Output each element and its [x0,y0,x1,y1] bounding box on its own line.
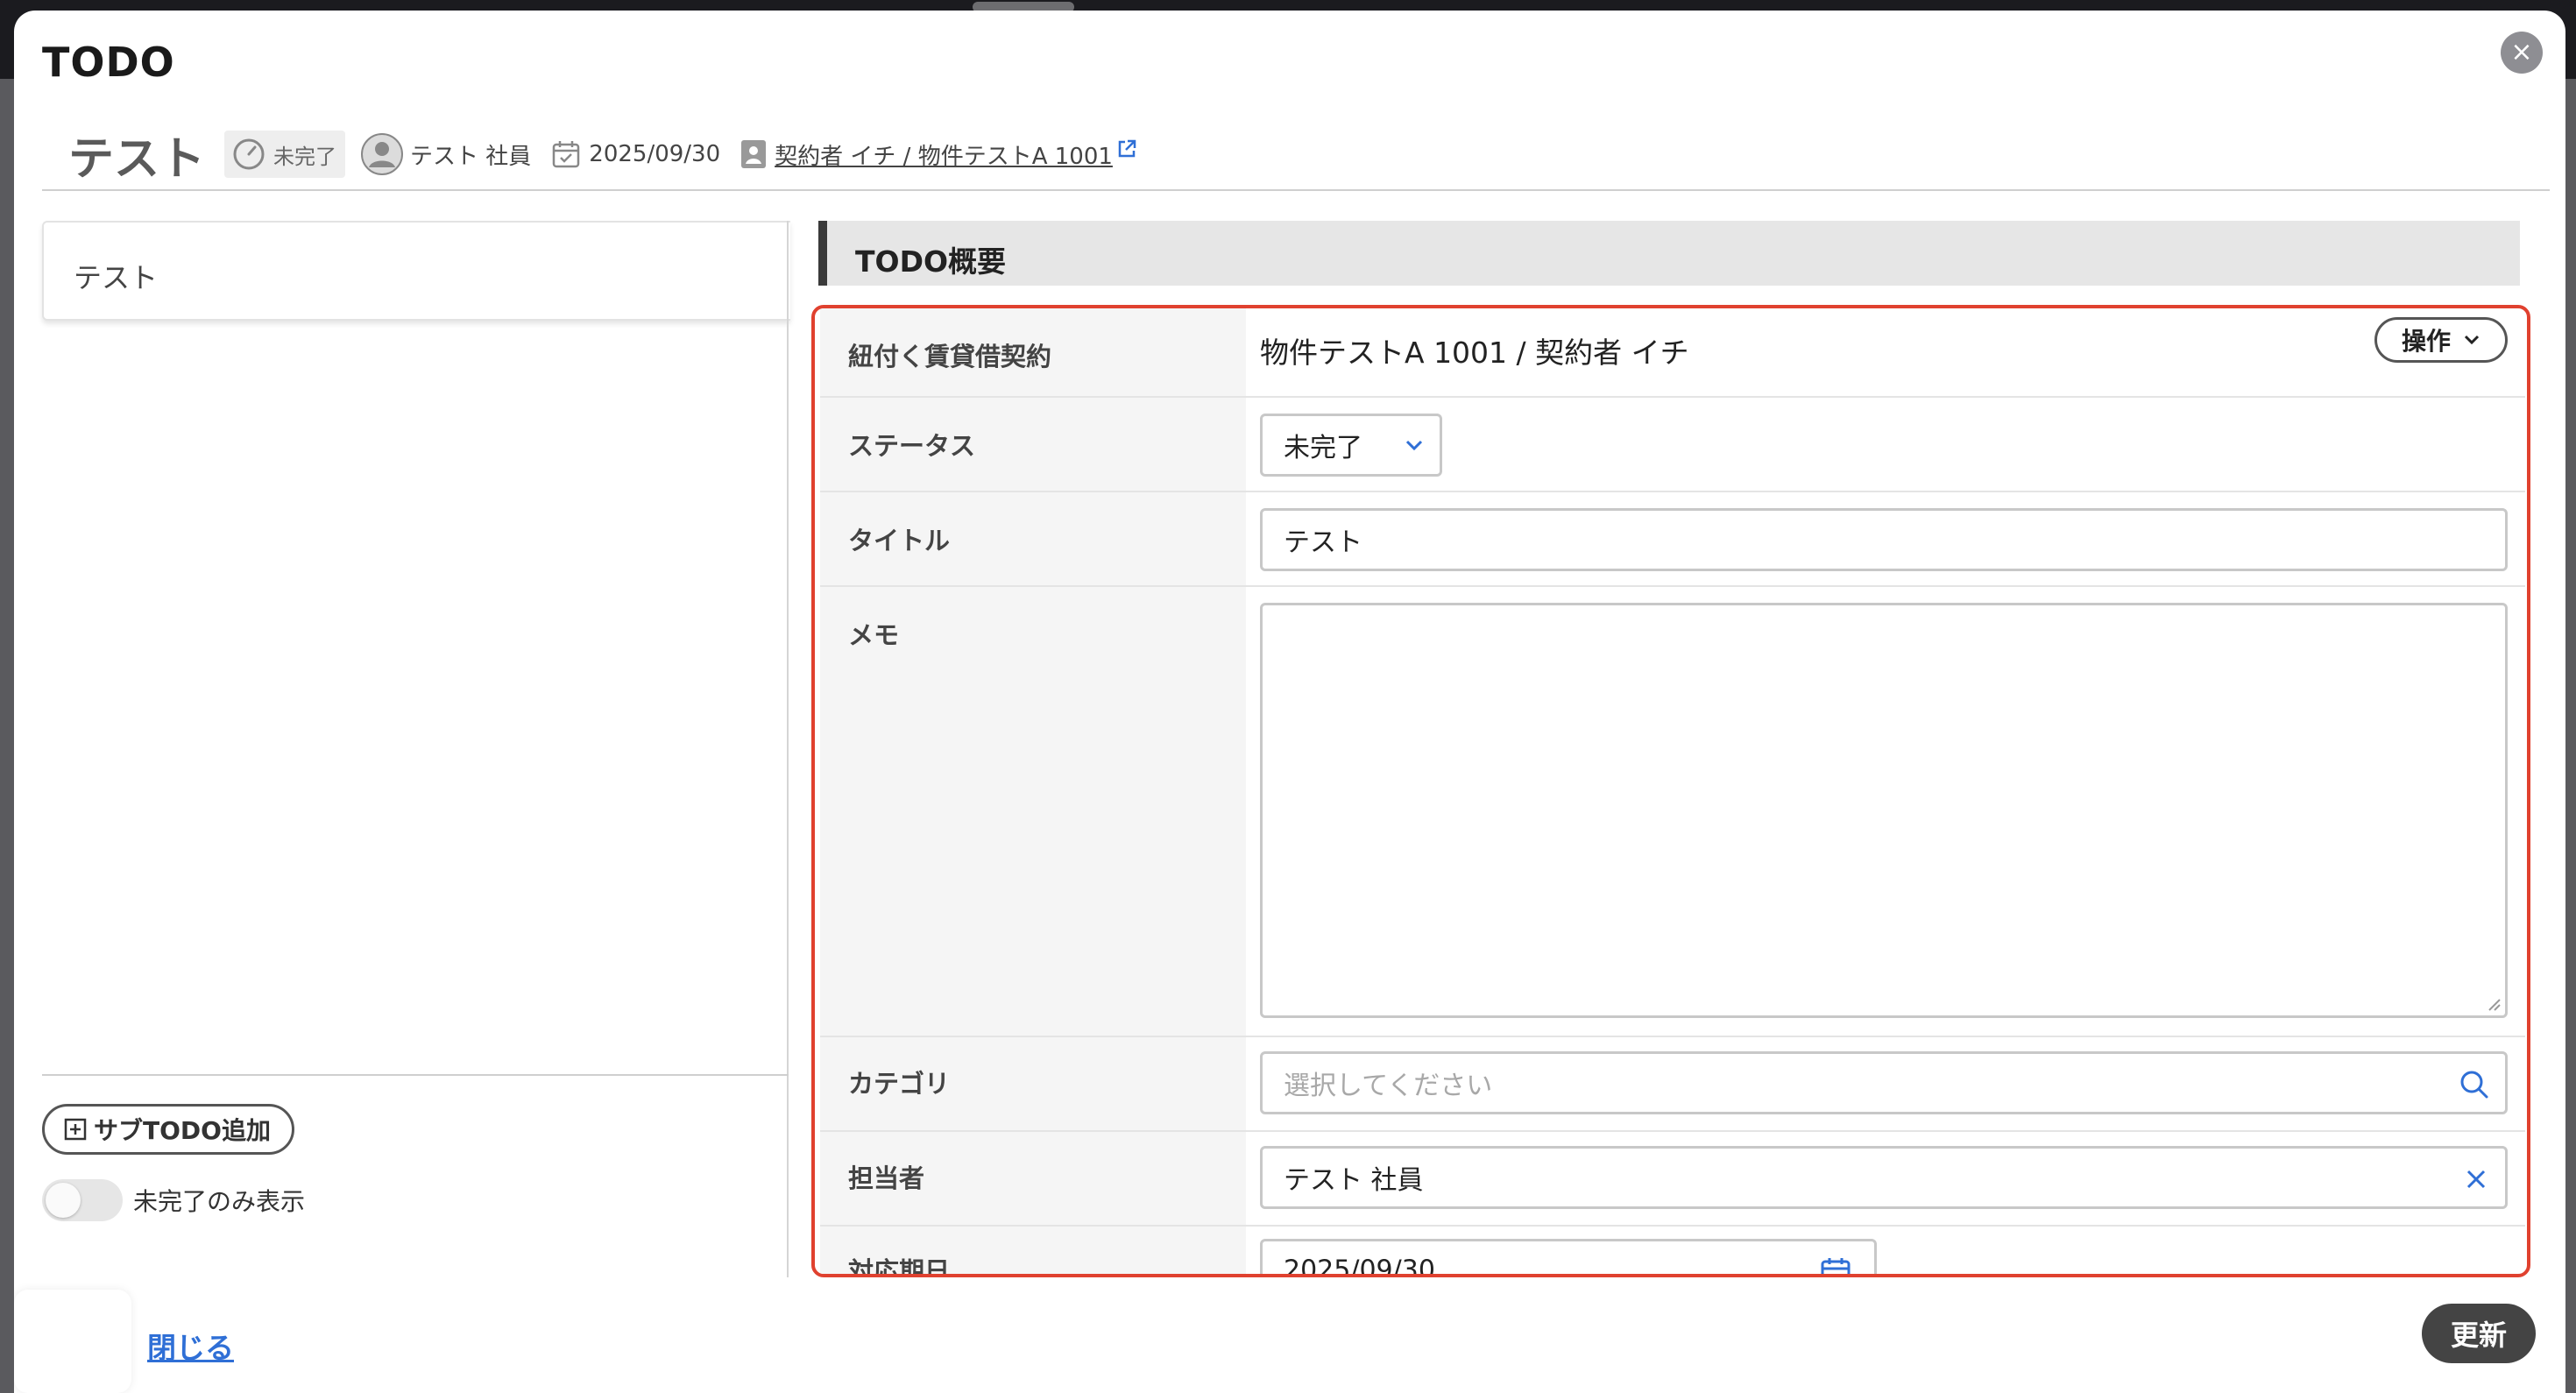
header-divider [42,189,2550,191]
operations-label: 操作 [2401,327,2451,356]
add-subtodo-label: サブTODO追加 [94,1116,271,1145]
chevron-down-icon [2464,335,2480,345]
backdrop-left [0,79,14,1393]
column-divider [787,221,789,1277]
calendar-icon [553,141,580,168]
toggle-label: 未完了のみ表示 [133,1187,306,1216]
category-placeholder: 選択してください [1284,1071,1493,1101]
todo-item-label: テスト [74,261,159,294]
memo-textarea[interactable] [1260,603,2508,1018]
memo-label: メモ [848,620,900,650]
close-button[interactable]: × [2501,32,2543,74]
status-badge-label: 未完了 [273,144,337,169]
title-input-value: テスト [1284,527,1362,558]
plus-square-icon [64,1118,87,1141]
external-link-icon [1118,139,1136,158]
assignee-meta: テスト 社員 [361,133,531,175]
form-row-memo: メモ [820,587,2525,1037]
form-row-status: ステータス 未完了 [820,398,2525,492]
form-row-due: 対応期日 2025/09/30 [820,1227,2525,1277]
incomplete-only-toggle[interactable] [42,1179,123,1221]
form-row-title: タイトル テスト [820,492,2525,587]
status-select[interactable]: 未完了 [1260,414,1442,477]
gauge-icon [233,138,265,170]
user-avatar-icon [361,133,404,175]
calendar-icon[interactable] [1820,1255,1851,1277]
due-date-value: 2025/09/30 [1284,1255,1435,1277]
title-label: タイトル [848,526,951,555]
todo-heading: テスト [68,132,206,186]
resize-handle-icon[interactable] [2486,996,2502,1012]
status-badge: 未完了 [224,131,346,178]
due-date: 2025/09/30 [589,141,721,167]
form-row-contract: 紐付く賃貸借契約 物件テストA 1001 / 契約者 イチ 操作 [820,308,2525,398]
assignee-input[interactable]: テスト 社員 [1260,1146,2508,1209]
contract-label: 紐付く賃貸借契約 [848,342,1052,371]
status-select-value: 未完了 [1284,433,1362,463]
due-date-input[interactable]: 2025/09/30 [1260,1239,1877,1277]
todo-form: 紐付く賃貸借契約 物件テストA 1001 / 契約者 イチ 操作 ステータス 未… [811,305,2530,1277]
assignee-label: 担当者 [848,1163,925,1193]
search-icon[interactable] [2459,1070,2489,1100]
due-label: 対応期日 [848,1256,951,1277]
toggle-knob [46,1183,81,1218]
category-search-input[interactable]: 選択してください [1260,1051,2508,1114]
category-label: カテゴリ [848,1069,951,1099]
form-row-assignee: 担当者 テスト 社員 [820,1132,2525,1227]
section-header: TODO概要 [818,221,2520,286]
operations-button[interactable]: 操作 [2374,317,2508,363]
contract-value: 物件テストA 1001 / 契約者 イチ [1260,336,1689,370]
left-divider [42,1074,789,1076]
add-subtodo-button[interactable]: サブTODO追加 [42,1104,294,1155]
assignee-value: テスト 社員 [1284,1165,1424,1196]
footer-tab [14,1290,131,1393]
clear-icon[interactable] [2465,1168,2488,1191]
modal-title: TODO [42,39,175,86]
contract-meta[interactable]: 契約者 イチ / 物件テストA 1001 [740,138,1144,171]
todo-modal: TODO × テスト 未完了 テスト 社員 2025/09/30 契約者 イチ … [14,11,2565,1393]
backdrop-right [2565,79,2576,1393]
list-item[interactable]: テスト [42,221,790,321]
title-input[interactable]: テスト [1260,508,2508,571]
chevron-down-icon [1405,440,1423,451]
update-button[interactable]: 更新 [2422,1304,2536,1363]
contract-link[interactable]: 契約者 イチ / 物件テストA 1001 [775,138,1113,171]
close-link[interactable]: 閉じる [147,1325,234,1367]
section-title: TODO概要 [855,244,1007,279]
assignee-name: テスト 社員 [410,143,532,170]
todo-header: テスト 未完了 テスト 社員 2025/09/30 契約者 イチ / 物件テスト… [68,119,1164,189]
close-icon: × [2510,37,2533,67]
form-row-category: カテゴリ 選択してください [820,1037,2525,1132]
due-date-meta: 2025/09/30 [550,138,720,170]
status-label: ステータス [848,431,976,461]
contact-card-icon [741,140,767,168]
